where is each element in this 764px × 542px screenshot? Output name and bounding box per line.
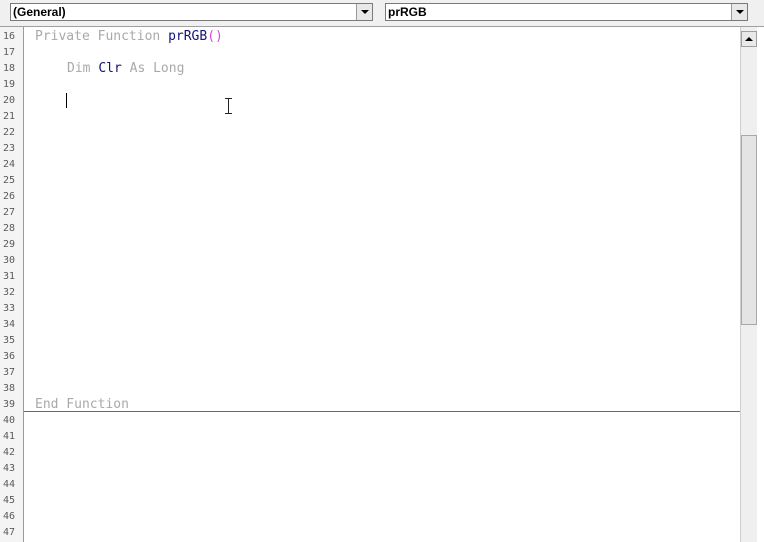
code-text-area[interactable]: Private Function prRGB() Dim Clr As Long… bbox=[24, 27, 740, 542]
scroll-up-button[interactable] bbox=[741, 31, 757, 47]
line-number: 22 bbox=[3, 127, 16, 138]
line-number: 26 bbox=[3, 191, 16, 202]
line-number: 38 bbox=[3, 383, 16, 394]
function-parens: () bbox=[207, 29, 223, 44]
line-number: 30 bbox=[3, 255, 16, 266]
line-number: 42 bbox=[3, 447, 16, 458]
line-number: 33 bbox=[3, 303, 16, 314]
procedure-dropdown[interactable]: prRGB bbox=[385, 3, 748, 21]
code-editor[interactable]: 16 17 18 19 20 21 22 23 24 25 26 27 28 2… bbox=[0, 27, 764, 542]
arrow-up-icon bbox=[745, 37, 753, 41]
procedure-dropdown-button[interactable] bbox=[731, 4, 747, 20]
code-line-dim-statement[interactable]: Dim Clr As Long bbox=[67, 61, 184, 77]
code-window-toolbar: (General) prRGB bbox=[0, 0, 764, 27]
object-dropdown-value: (General) bbox=[13, 5, 66, 19]
scrollbar-thumb[interactable] bbox=[741, 135, 757, 325]
procedure-dropdown-value: prRGB bbox=[388, 5, 427, 19]
ibeam-cursor-icon bbox=[225, 98, 232, 114]
line-number: 41 bbox=[3, 431, 16, 442]
line-number: 20 bbox=[3, 95, 16, 106]
line-number: 43 bbox=[3, 463, 16, 474]
variable-name: Clr bbox=[98, 61, 122, 76]
line-number: 45 bbox=[3, 495, 16, 506]
line-number: 24 bbox=[3, 159, 16, 170]
line-number: 19 bbox=[3, 79, 16, 90]
line-number: 35 bbox=[3, 335, 16, 346]
line-number: 44 bbox=[3, 479, 16, 490]
line-number: 47 bbox=[3, 527, 16, 538]
text-caret bbox=[66, 93, 67, 108]
line-number: 28 bbox=[3, 223, 16, 234]
code-line-function-declaration[interactable]: Private Function prRGB() bbox=[35, 29, 223, 45]
keyword-dim: Dim bbox=[67, 61, 99, 76]
line-number: 40 bbox=[3, 415, 16, 426]
keyword-private-function: Private Function bbox=[35, 29, 169, 44]
line-number: 25 bbox=[3, 175, 16, 186]
keyword-end-function: End Function bbox=[35, 397, 129, 412]
line-number: 46 bbox=[3, 511, 16, 522]
chevron-down-icon bbox=[361, 10, 369, 14]
line-number: 29 bbox=[3, 239, 16, 250]
vertical-scrollbar[interactable] bbox=[740, 27, 757, 542]
line-number: 18 bbox=[3, 63, 16, 74]
line-number: 16 bbox=[3, 31, 16, 42]
line-number: 32 bbox=[3, 287, 16, 298]
line-number: 31 bbox=[3, 271, 16, 282]
function-name: prRGB bbox=[168, 29, 208, 44]
procedure-separator bbox=[24, 411, 740, 412]
line-number: 34 bbox=[3, 319, 16, 330]
object-dropdown[interactable]: (General) bbox=[10, 3, 373, 21]
object-dropdown-button[interactable] bbox=[356, 4, 372, 20]
line-number: 23 bbox=[3, 143, 16, 154]
chevron-down-icon bbox=[736, 10, 744, 14]
line-number: 17 bbox=[3, 47, 16, 58]
line-number: 21 bbox=[3, 111, 16, 122]
line-number-gutter: 16 17 18 19 20 21 22 23 24 25 26 27 28 2… bbox=[0, 27, 24, 542]
line-number: 39 bbox=[3, 399, 16, 410]
line-number: 36 bbox=[3, 351, 16, 362]
keyword-as-long: As Long bbox=[121, 61, 185, 76]
line-number: 37 bbox=[3, 367, 16, 378]
line-number: 27 bbox=[3, 207, 16, 218]
